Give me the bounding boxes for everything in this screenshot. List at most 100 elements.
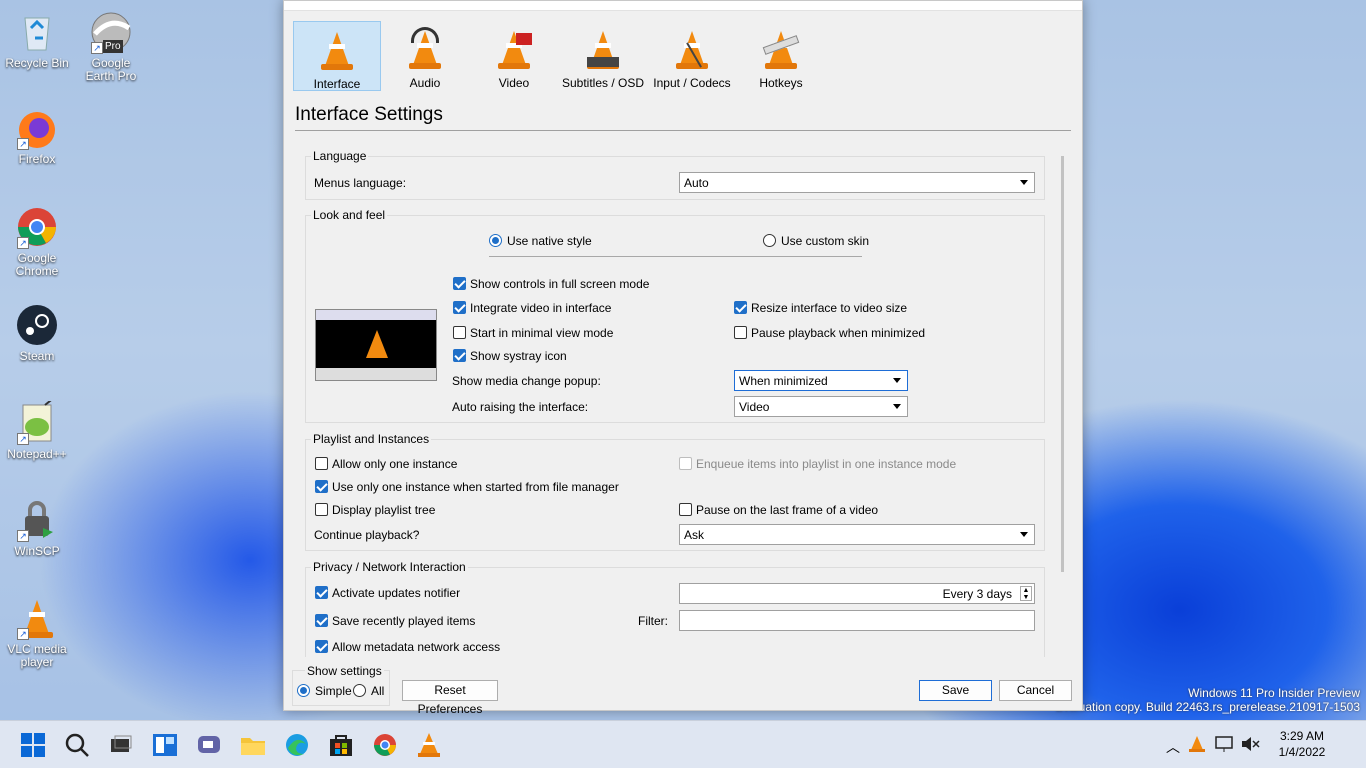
- search-icon[interactable]: [64, 732, 90, 758]
- minimal-view-label[interactable]: Start in minimal view mode: [470, 326, 613, 340]
- start-icon[interactable]: [20, 732, 46, 758]
- title-bar[interactable]: [284, 1, 1082, 11]
- media-change-popup-value: When minimized: [739, 374, 828, 388]
- pause-minimized-label[interactable]: Pause playback when minimized: [751, 326, 925, 340]
- desktop-icon-label: Steam: [19, 349, 55, 363]
- simple-radio[interactable]: [297, 684, 310, 697]
- pause-minimized-checkbox[interactable]: [734, 326, 747, 339]
- desktop-icon-winscp[interactable]: ↗ WinSCP: [4, 498, 70, 558]
- filter-input[interactable]: [679, 610, 1035, 631]
- updates-interval-value: Every 3 days: [942, 587, 1012, 601]
- steam-icon: [15, 303, 59, 347]
- show-controls-fullscreen-label[interactable]: Show controls in full screen mode: [470, 277, 649, 291]
- taskbar: ︿ 3:29 AM 1/4/2022: [0, 720, 1366, 768]
- menus-language-label: Menus language:: [314, 176, 407, 190]
- vlc-tray-icon[interactable]: [1188, 735, 1206, 753]
- vertical-scrollbar[interactable]: [1061, 156, 1064, 572]
- desktop-icon-recycle-bin[interactable]: Recycle Bin: [4, 10, 70, 70]
- widgets-icon[interactable]: [152, 732, 178, 758]
- media-change-popup-select[interactable]: When minimized: [734, 370, 908, 391]
- chevron-down-icon: [893, 404, 901, 409]
- category-audio[interactable]: Audio: [381, 21, 469, 91]
- all-label[interactable]: All: [371, 684, 384, 698]
- volume-muted-icon[interactable]: [1240, 735, 1260, 753]
- show-controls-fullscreen-checkbox[interactable]: [453, 277, 466, 290]
- desktop-icon-firefox[interactable]: ↗ Firefox: [4, 106, 70, 166]
- chrome-taskbar-icon[interactable]: [372, 732, 398, 758]
- chevron-up-icon[interactable]: ︿: [1166, 737, 1180, 757]
- chat-icon[interactable]: [196, 732, 222, 758]
- category-input-codecs[interactable]: Input / Codecs: [648, 21, 736, 91]
- auto-raise-select[interactable]: Video: [734, 396, 908, 417]
- desktop-icon-vlc[interactable]: ↗ VLC media player: [4, 596, 70, 669]
- vlc-icon: ↗: [15, 596, 59, 640]
- category-label: Hotkeys: [759, 76, 803, 90]
- playlist-tree-checkbox[interactable]: [315, 503, 328, 516]
- menus-language-select[interactable]: Auto: [679, 172, 1035, 193]
- input-codecs-icon: [672, 27, 716, 71]
- task-view-icon[interactable]: [108, 732, 134, 758]
- file-manager-instance-checkbox[interactable]: [315, 480, 328, 493]
- custom-skin-label[interactable]: Use custom skin: [781, 234, 869, 248]
- store-icon[interactable]: [328, 732, 354, 758]
- custom-skin-radio[interactable]: [763, 234, 776, 247]
- one-instance-checkbox[interactable]: [315, 457, 328, 470]
- desktop-icon-chrome[interactable]: ↗ Google Chrome: [4, 205, 70, 278]
- vlc-taskbar-icon[interactable]: [416, 732, 442, 758]
- cancel-button[interactable]: Cancel: [999, 680, 1072, 701]
- winscp-icon: ↗: [15, 498, 59, 542]
- integrate-video-label[interactable]: Integrate video in interface: [470, 301, 611, 315]
- category-hotkeys[interactable]: Hotkeys: [737, 21, 825, 91]
- one-instance-label[interactable]: Allow only one instance: [332, 457, 457, 471]
- pause-last-frame-label[interactable]: Pause on the last frame of a video: [696, 503, 878, 517]
- clock[interactable]: 3:29 AM 1/4/2022: [1266, 728, 1338, 760]
- resize-interface-label[interactable]: Resize interface to video size: [751, 301, 907, 315]
- edge-icon[interactable]: [284, 732, 310, 758]
- pause-last-frame-checkbox[interactable]: [679, 503, 692, 516]
- metadata-access-checkbox[interactable]: [315, 640, 328, 653]
- minimal-view-checkbox[interactable]: [453, 326, 466, 339]
- reset-preferences-button[interactable]: Reset Preferences: [402, 680, 498, 716]
- chevron-down-icon: [1020, 532, 1028, 537]
- simple-label[interactable]: Simple: [315, 684, 352, 698]
- file-explorer-icon[interactable]: [240, 732, 266, 758]
- category-subtitles-osd[interactable]: Subtitles / OSD: [559, 21, 647, 91]
- filter-label: Filter:: [638, 614, 668, 628]
- privacy-group-label: Privacy / Network Interaction: [311, 560, 468, 574]
- updates-interval-spinbox[interactable]: Every 3 days ▲ ▼: [679, 583, 1035, 604]
- notepadpp-icon: ↗: [15, 396, 59, 445]
- all-radio[interactable]: [353, 684, 366, 697]
- show-settings-label: Show settings: [305, 664, 384, 678]
- native-style-label[interactable]: Use native style: [507, 234, 592, 248]
- save-button[interactable]: Save: [919, 680, 992, 701]
- resize-interface-checkbox[interactable]: [734, 301, 747, 314]
- network-icon[interactable]: [1214, 735, 1234, 753]
- shortcut-arrow-icon: ↗: [17, 138, 29, 150]
- desktop-icon-label: Google Chrome: [15, 251, 59, 278]
- desktop-icon-steam[interactable]: Steam: [4, 303, 70, 363]
- google-earth-icon: Pro ↗: [89, 10, 133, 54]
- recent-items-label[interactable]: Save recently played items: [332, 614, 475, 628]
- playlist-tree-label[interactable]: Display playlist tree: [332, 503, 435, 517]
- interface-preview-image: [315, 309, 437, 381]
- updates-notifier-checkbox[interactable]: [315, 586, 328, 599]
- category-interface[interactable]: Interface: [293, 21, 381, 91]
- desktop-icon-notepadpp[interactable]: ↗ Notepad++: [4, 396, 70, 461]
- native-style-radio[interactable]: [489, 234, 502, 247]
- metadata-access-label[interactable]: Allow metadata network access: [332, 640, 500, 654]
- continue-playback-select[interactable]: Ask: [679, 524, 1035, 545]
- category-label: Interface: [313, 77, 361, 91]
- file-manager-instance-label[interactable]: Use only one instance when started from …: [332, 480, 619, 494]
- audio-icon: [405, 27, 445, 71]
- integrate-video-checkbox[interactable]: [453, 301, 466, 314]
- systray-checkbox[interactable]: [453, 349, 466, 362]
- menus-language-value: Auto: [684, 176, 709, 190]
- recent-items-checkbox[interactable]: [315, 614, 328, 627]
- category-video[interactable]: Video: [470, 21, 558, 91]
- spin-arrows-icon[interactable]: ▲ ▼: [1020, 586, 1032, 601]
- updates-notifier-label[interactable]: Activate updates notifier: [332, 586, 460, 600]
- desktop-icon-label: WinSCP: [14, 544, 60, 558]
- video-icon: [494, 27, 534, 71]
- desktop-icon-google-earth[interactable]: Pro ↗ Google Earth Pro: [78, 10, 144, 83]
- systray-label[interactable]: Show systray icon: [470, 349, 567, 363]
